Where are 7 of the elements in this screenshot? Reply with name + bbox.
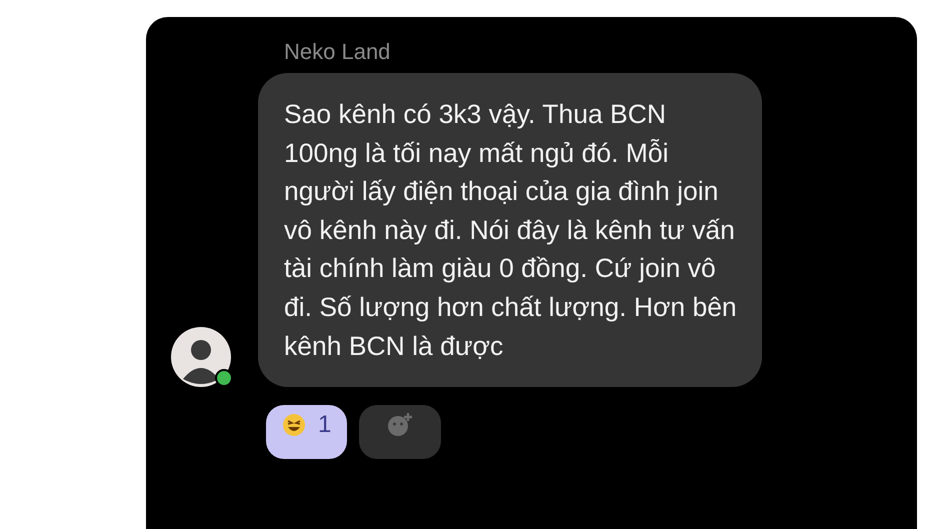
add-emoji-icon [387,412,414,438]
reaction-button[interactable]: 1 [266,405,348,460]
sender-name: Neko Land [283,38,392,66]
avatar[interactable] [171,327,231,388]
add-reaction-button[interactable] [359,405,442,460]
message-bubble: Sao kênh có 3k3 vậy. Thua BCN 100ng là tối nay mất ngủ đó. Mỗi người lấy điện thoại của gia đình join vô kênh này đi. Nói đây là kênh tư vấn tài chính làm giàu 0 đồng. Cứ join vô đi. Số lượng hơn chất lượng. Hơn bên kênh BCN là được [258,73,762,388]
laughing-face-icon [282,413,306,438]
